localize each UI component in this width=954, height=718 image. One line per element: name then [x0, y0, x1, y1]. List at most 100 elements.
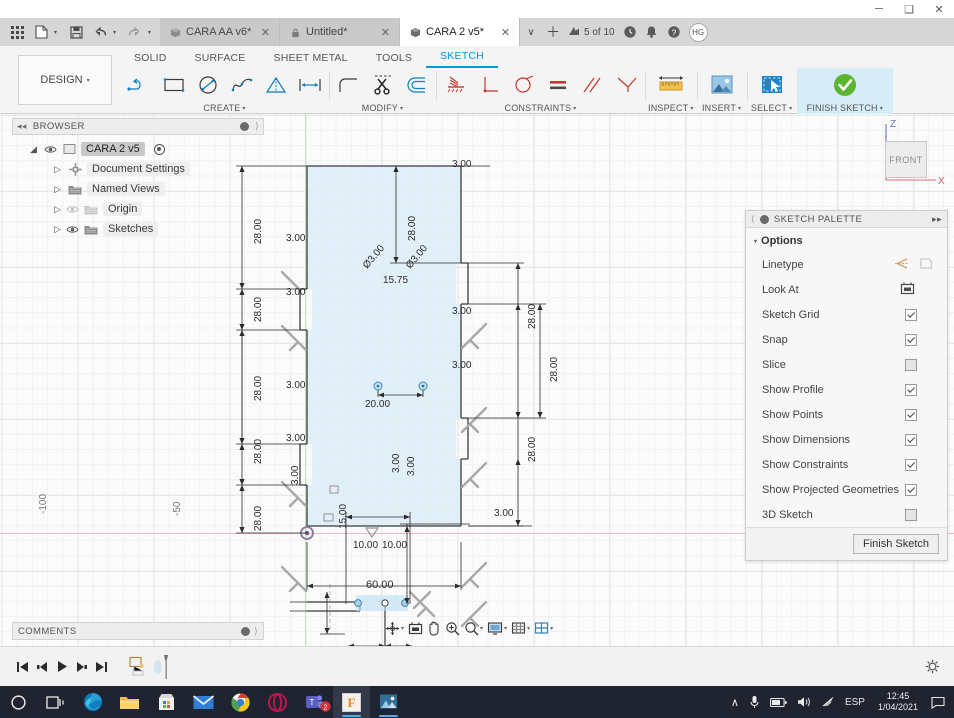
battery-icon[interactable]	[765, 686, 792, 718]
fillet-icon[interactable]	[332, 69, 365, 100]
ribbon-group-create-label[interactable]: CREATE ▾	[203, 103, 245, 114]
tree-expand-arrow-sketches[interactable]: ▷	[52, 224, 63, 235]
tree-node-named-views[interactable]: ▷ Named Views	[12, 179, 264, 199]
palette-expand-icon[interactable]: ▸▸	[932, 214, 942, 225]
tree-node-root[interactable]: ◢ CARA 2 v5	[12, 139, 264, 159]
palette-row-3d-sketch[interactable]: 3D Sketch	[746, 502, 947, 527]
comments-options-icon[interactable]	[241, 626, 251, 636]
tree-node-origin[interactable]: ▷ Origin	[12, 199, 264, 219]
dimension-label-9[interactable]: 3.00	[452, 159, 471, 170]
volume-icon[interactable]	[792, 686, 816, 718]
ribbon-group-inspect-label[interactable]: INSPECT ▾	[648, 103, 694, 114]
view-cube[interactable]: Z X FRONT	[864, 114, 946, 194]
show-profile-checkbox[interactable]	[905, 383, 917, 396]
file-explorer-icon[interactable]	[111, 686, 148, 718]
palette-row-show-profile[interactable]: Show Profile	[746, 377, 947, 402]
palette-row-show-dimensions[interactable]: Show Dimensions	[746, 427, 947, 452]
display-settings-icon[interactable]: ▾	[485, 617, 509, 639]
help-icon[interactable]: ?	[663, 18, 685, 46]
settings-gear-icon[interactable]	[922, 655, 942, 679]
view-cube-front-face[interactable]: FRONT	[885, 141, 927, 178]
tab-solid[interactable]: SOLID	[120, 50, 181, 68]
microsoft-store-icon[interactable]	[148, 686, 185, 718]
dimension-label-18[interactable]: 3.00	[406, 457, 417, 476]
dimension-label-12[interactable]: 3.00	[286, 380, 305, 391]
dimension-label-13[interactable]: 3.00	[286, 433, 305, 444]
step-forward-icon[interactable]	[72, 655, 92, 679]
document-tab-0-close[interactable]: ✕	[258, 26, 273, 39]
window-close-button[interactable]: ✕	[924, 0, 954, 18]
document-tab-0[interactable]: CARA AA v6* ✕	[160, 18, 280, 46]
language-indicator[interactable]: ESP	[840, 686, 870, 718]
rectangle-icon[interactable]	[157, 69, 190, 100]
apps-grid-icon[interactable]	[6, 20, 28, 44]
dimension-label-5[interactable]: 28.00	[407, 216, 418, 241]
mail-icon[interactable]	[185, 686, 222, 718]
measure-icon[interactable]	[649, 69, 693, 100]
undo-icon[interactable]	[89, 20, 111, 44]
3d-sketch-checkbox[interactable]	[905, 508, 917, 521]
trim-scissors-icon[interactable]	[366, 69, 399, 100]
tree-node-sketches[interactable]: ▷ Sketches	[12, 219, 264, 239]
window-minimize-button[interactable]: ─	[864, 0, 894, 18]
dimension-label-21[interactable]: Ø3.00	[404, 243, 430, 271]
dimension-icon[interactable]	[293, 69, 326, 100]
tab-tools[interactable]: TOOLS	[362, 50, 426, 68]
recent-icon[interactable]	[619, 18, 641, 46]
tab-overflow-dropdown[interactable]: ∨	[520, 18, 542, 46]
visibility-eye-icon-origin[interactable]	[66, 205, 79, 214]
centerline-icon[interactable]	[919, 257, 933, 273]
tree-expand-arrow-named-views[interactable]: ▷	[52, 184, 63, 195]
chrome-icon[interactable]	[222, 686, 259, 718]
viewports-caret-icon[interactable]: ▾	[550, 625, 553, 632]
offset-icon[interactable]	[400, 69, 433, 100]
show-points-checkbox[interactable]	[905, 408, 917, 421]
perpendicular-icon[interactable]	[473, 69, 506, 100]
parallel-icon[interactable]	[575, 69, 608, 100]
slice-checkbox[interactable]	[905, 358, 917, 371]
finish-check-icon[interactable]	[823, 69, 867, 100]
sketch-canvas[interactable]: -100 -50 28.00 28.00 28.00 28.00 28.00 2…	[0, 114, 954, 646]
dimension-label-22[interactable]: 15.75	[383, 275, 408, 286]
new-tab-button[interactable]: ＋	[542, 18, 564, 46]
notifications-icon[interactable]	[641, 18, 663, 46]
job-status-button[interactable]: 5 of 10	[564, 18, 619, 46]
palette-options-section-header[interactable]: ▾ Options	[746, 228, 947, 252]
circle-icon[interactable]	[191, 69, 224, 100]
dimension-label-16[interactable]: 3.00	[290, 466, 301, 485]
palette-row-slice[interactable]: Slice	[746, 352, 947, 377]
show-constraints-checkbox[interactable]	[905, 458, 917, 471]
dimension-label-17[interactable]: 3.00	[391, 454, 402, 473]
opera-icon[interactable]	[259, 686, 296, 718]
palette-row-show-constraints[interactable]: Show Constraints	[746, 452, 947, 477]
equal-icon[interactable]	[541, 69, 574, 100]
redo-icon[interactable]	[124, 20, 146, 44]
zoom-caret-icon[interactable]: ▾	[480, 625, 483, 632]
browser-options-icon[interactable]	[240, 122, 250, 131]
ribbon-group-finish-sketch-label[interactable]: FINISH SKETCH ▾	[807, 103, 883, 114]
dimension-label-7[interactable]: 28.00	[549, 357, 560, 382]
display-settings-caret-icon[interactable]: ▾	[504, 625, 507, 632]
dimension-label-24[interactable]: 15.00	[338, 504, 349, 529]
ribbon-group-modify-label[interactable]: MODIFY ▾	[362, 103, 403, 114]
select-arrow-icon[interactable]	[750, 69, 794, 100]
browser-resize-handle[interactable]: ⟩	[255, 121, 259, 132]
new-file-caret-icon[interactable]: ▾	[54, 29, 63, 36]
orbit-caret-icon[interactable]: ▾	[401, 625, 404, 632]
dimension-label-14[interactable]: 3.00	[452, 306, 471, 317]
grid-snaps-caret-icon[interactable]: ▾	[527, 625, 530, 632]
task-view-icon[interactable]	[37, 686, 74, 718]
tab-sketch[interactable]: SKETCH	[426, 48, 498, 68]
tree-expand-arrow-root[interactable]: ◢	[28, 144, 39, 155]
document-tab-1[interactable]: Untitled* ✕	[280, 18, 400, 46]
fusion360-icon[interactable]: F	[333, 686, 370, 718]
action-center-icon[interactable]	[926, 686, 950, 718]
visibility-eye-icon-root[interactable]	[44, 145, 57, 154]
dimension-label-1[interactable]: 28.00	[253, 297, 264, 322]
teams-icon[interactable]: T 2	[296, 686, 333, 718]
ribbon-group-insert-label[interactable]: INSERT ▾	[702, 103, 741, 114]
dimension-label-15[interactable]: 3.00	[452, 360, 471, 371]
palette-drag-handle[interactable]: ⟨	[751, 214, 755, 225]
tree-node-document-settings[interactable]: ▷ Document Settings	[12, 159, 264, 179]
timeline-marker[interactable]	[152, 654, 170, 679]
